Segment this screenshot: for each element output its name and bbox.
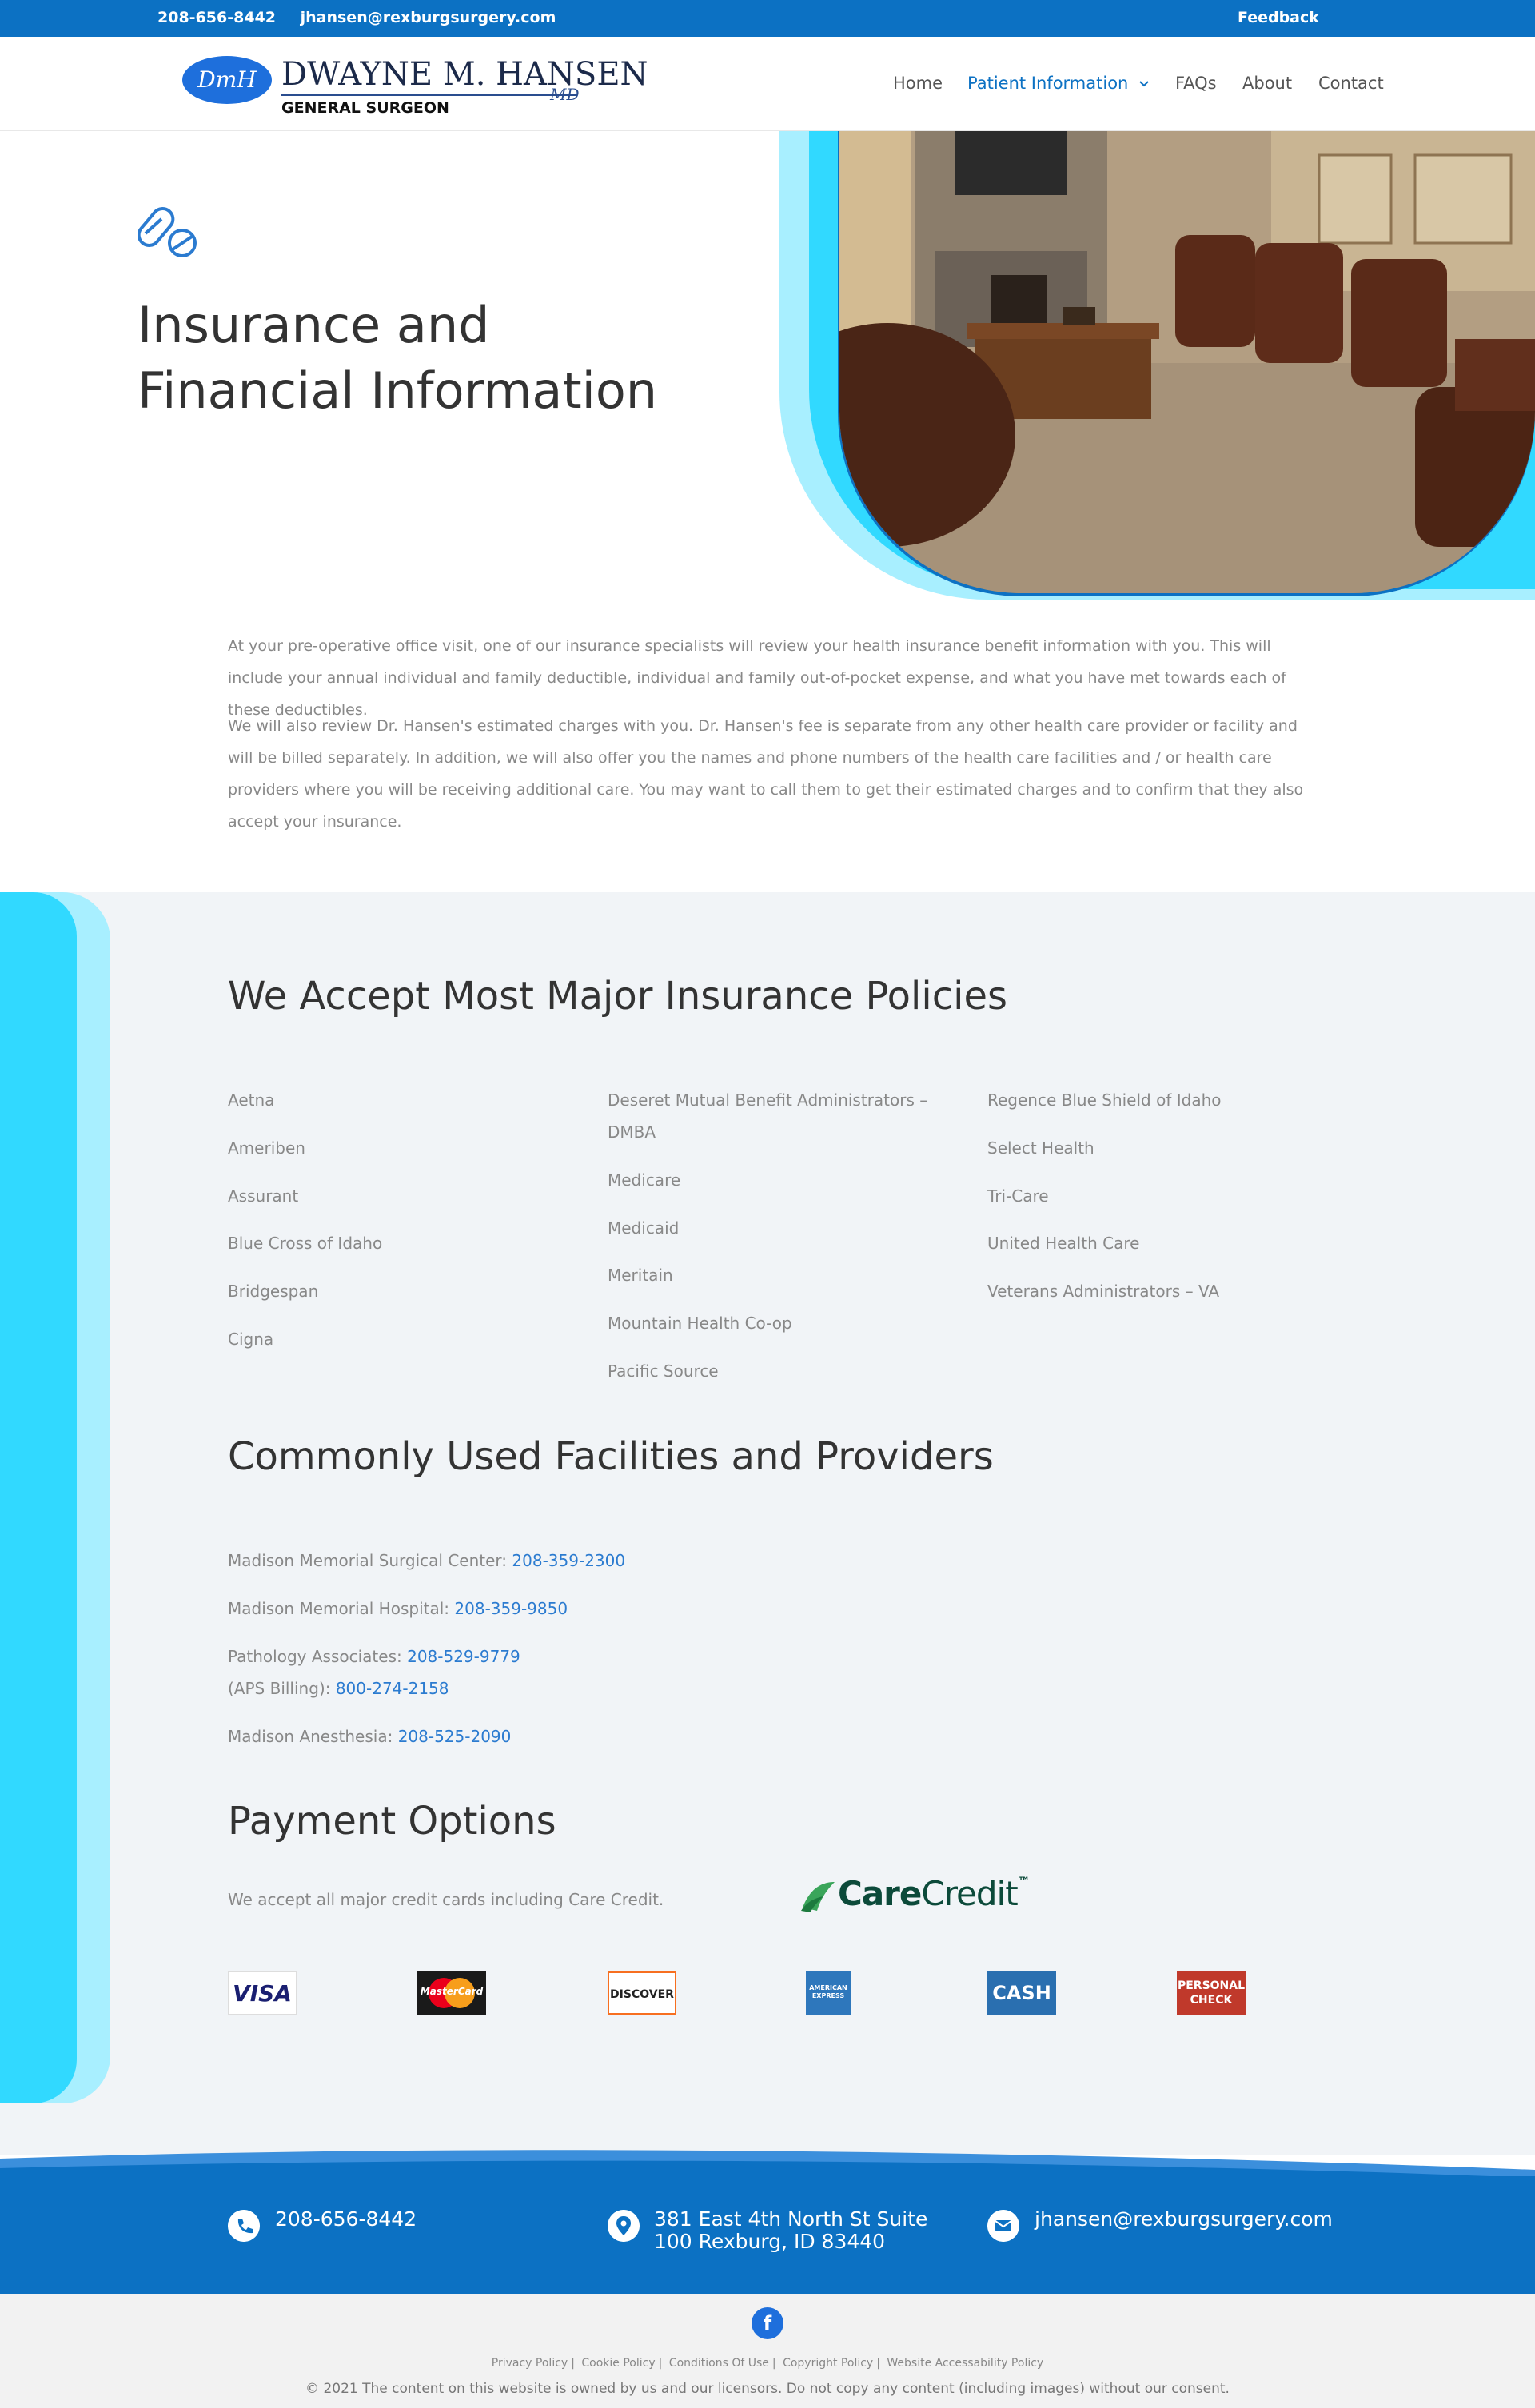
insurance-item: Veterans Administrators – VA — [987, 1282, 1220, 1301]
carecredit-leaf-icon — [801, 1882, 835, 1912]
facility-phone-link[interactable]: 800-274-2158 — [336, 1679, 449, 1698]
personal-check-icon: PERSONAL CHECK — [1177, 1971, 1246, 2015]
insurance-item: Medicare — [608, 1170, 681, 1190]
footer-links: Privacy Policy | Cookie Policy | Condition… — [491, 2357, 1044, 2370]
phone-icon — [228, 2210, 260, 2242]
logo-suffix: MD — [550, 85, 580, 104]
top-contact: 208-656-8442 jhansen@rexburgsurgery.com — [157, 9, 575, 26]
cookie-policy-link[interactable]: Cookie Policy — [581, 2357, 655, 2370]
site-header: DmH DWAYNE M. HANSEN GENERAL SURGEON MD … — [0, 37, 1535, 131]
footer-address-line2: 100 Rexburg, ID 83440 — [654, 2230, 886, 2253]
top-bar: 208-656-8442 jhansen@rexburgsurgery.com … — [0, 0, 1535, 37]
carecredit-word-credit: Credit — [921, 1874, 1018, 1913]
insurance-item: DMBA — [608, 1122, 656, 1142]
footer-bottom: f Privacy Policy | Cookie Policy | Conditi… — [0, 2294, 1535, 2408]
carecredit-wordmark: CareCredit™ — [838, 1874, 1031, 1913]
page-title: Insurance and Financial Information — [138, 293, 745, 424]
insurance-item: Deseret Mutual Benefit Administrators – — [608, 1090, 928, 1110]
copyright-policy-link[interactable]: Copyright Policy — [783, 2357, 873, 2370]
logo-monogram: DmH — [182, 56, 272, 104]
facility-phone-link[interactable]: 208-359-2300 — [512, 1551, 625, 1570]
facilities-title: Commonly Used Facilities and Providers — [228, 1434, 994, 1479]
footer-email-link[interactable]: jhansen@rexburgsurgery.com — [1035, 2208, 1333, 2231]
insurance-section — [0, 892, 1535, 2155]
insurance-item: Cigna — [228, 1330, 274, 1349]
page-title-line1: Insurance and — [138, 296, 490, 354]
insurance-item: Aetna — [228, 1090, 275, 1110]
logo-subtitle: GENERAL SURGEON — [281, 99, 449, 117]
insurance-title: We Accept Most Major Insurance Policies — [228, 974, 1007, 1019]
page-title-line2: Financial Information — [138, 361, 658, 420]
carecredit-tm: ™ — [1017, 1874, 1031, 1889]
facility-item: Pathology Associates: 208-529-9779 — [228, 1647, 520, 1666]
feedback-link[interactable]: Feedback — [1238, 9, 1319, 26]
cash-icon: CASH — [987, 1971, 1056, 2015]
nav-about[interactable]: About — [1242, 74, 1292, 93]
payment-text: We accept all major credit cards includi… — [228, 1890, 664, 1909]
nav-patient-information[interactable]: Patient Information — [967, 74, 1150, 93]
intro-paragraph-2: We will also review Dr. Hansen's estimat… — [228, 717, 1304, 831]
conditions-of-use-link[interactable]: Conditions Of Use — [669, 2357, 769, 2370]
copyright-text: © 2021 The content on this website is ow… — [305, 2381, 1230, 2397]
accessibility-policy-link[interactable]: Website Accessability Policy — [887, 2357, 1043, 2370]
insurance-item: Regence Blue Shield of Idaho — [987, 1090, 1222, 1110]
insurance-item: Bridgespan — [228, 1282, 319, 1301]
visa-card-icon: VISA — [228, 1971, 297, 2015]
nav-faqs[interactable]: FAQs — [1175, 74, 1217, 93]
waiting-room-photo — [839, 131, 1535, 593]
facility-item: Madison Memorial Hospital: 208-359-9850 — [228, 1599, 568, 1618]
footer-phone-link[interactable]: 208-656-8442 — [275, 2208, 417, 2231]
footer-address-line1: 381 East 4th North St Suite — [654, 2207, 928, 2231]
carecredit-logo: CareCredit™ — [799, 1874, 1039, 1916]
facility-item: Madison Memorial Surgical Center: 208-35… — [228, 1551, 625, 1570]
insurance-item: Mountain Health Co-op — [608, 1314, 792, 1333]
facility-phone-link[interactable]: 208-525-2090 — [398, 1727, 512, 1746]
insurance-item: Select Health — [987, 1138, 1094, 1158]
facility-label: Madison Memorial Surgical Center: — [228, 1551, 512, 1570]
location-pin-icon — [608, 2210, 640, 2242]
logo-divider — [281, 94, 577, 96]
facility-phone-link[interactable]: 208-359-9850 — [454, 1599, 568, 1618]
logo-name: DWAYNE M. HANSEN — [281, 56, 648, 93]
facility-phone-link[interactable]: 208-529-9779 — [407, 1647, 520, 1666]
nav-contact[interactable]: Contact — [1318, 74, 1384, 93]
facility-label: Madison Anesthesia: — [228, 1727, 398, 1746]
chevron-down-icon — [1139, 81, 1149, 87]
privacy-policy-link[interactable]: Privacy Policy — [492, 2357, 568, 2370]
mastercard-label: MasterCard — [420, 1986, 484, 1997]
insurance-item: United Health Care — [987, 1234, 1140, 1253]
top-phone-link[interactable]: 208-656-8442 — [157, 9, 276, 26]
facility-item: Madison Anesthesia: 208-525-2090 — [228, 1727, 511, 1746]
footer-contact: 208-656-8442 381 East 4th North St Suite… — [0, 2176, 1535, 2294]
nav-home[interactable]: Home — [893, 74, 943, 93]
email-icon — [987, 2210, 1019, 2242]
facebook-icon[interactable]: f — [752, 2307, 783, 2339]
payment-title: Payment Options — [228, 1799, 556, 1844]
footer-address: 381 East 4th North St Suite 100 Rexburg,… — [654, 2208, 927, 2253]
insurance-item: Medicaid — [608, 1218, 680, 1238]
carecredit-word-care: Care — [838, 1874, 922, 1913]
nav-patient-information-label: Patient Information — [967, 74, 1129, 93]
facility-label: (APS Billing): — [228, 1679, 336, 1698]
insurance-item: Tri-Care — [987, 1186, 1049, 1206]
insurance-item: Meritain — [608, 1266, 673, 1285]
insurance-item: Assurant — [228, 1186, 299, 1206]
pills-icon — [138, 207, 197, 257]
insurance-item: Blue Cross of Idaho — [228, 1234, 383, 1253]
decor-bar-cyan — [0, 892, 77, 2103]
insurance-item: Pacific Source — [608, 1361, 719, 1381]
site-logo[interactable]: DmH DWAYNE M. HANSEN GENERAL SURGEON MD — [182, 53, 648, 117]
mastercard-card-icon: MasterCard — [417, 1971, 486, 2015]
facility-label: Madison Memorial Hospital: — [228, 1599, 455, 1618]
facility-label: Pathology Associates: — [228, 1647, 408, 1666]
top-email-link[interactable]: jhansen@rexburgsurgery.com — [301, 9, 556, 26]
waiting-room-illustration — [839, 131, 1535, 593]
discover-card-icon: DISCOVER — [608, 1971, 676, 2015]
insurance-item: Ameriben — [228, 1138, 305, 1158]
facility-item: (APS Billing): 800-274-2158 — [228, 1679, 449, 1698]
amex-card-icon: AMERICAN EXPRESS — [806, 1971, 851, 2015]
